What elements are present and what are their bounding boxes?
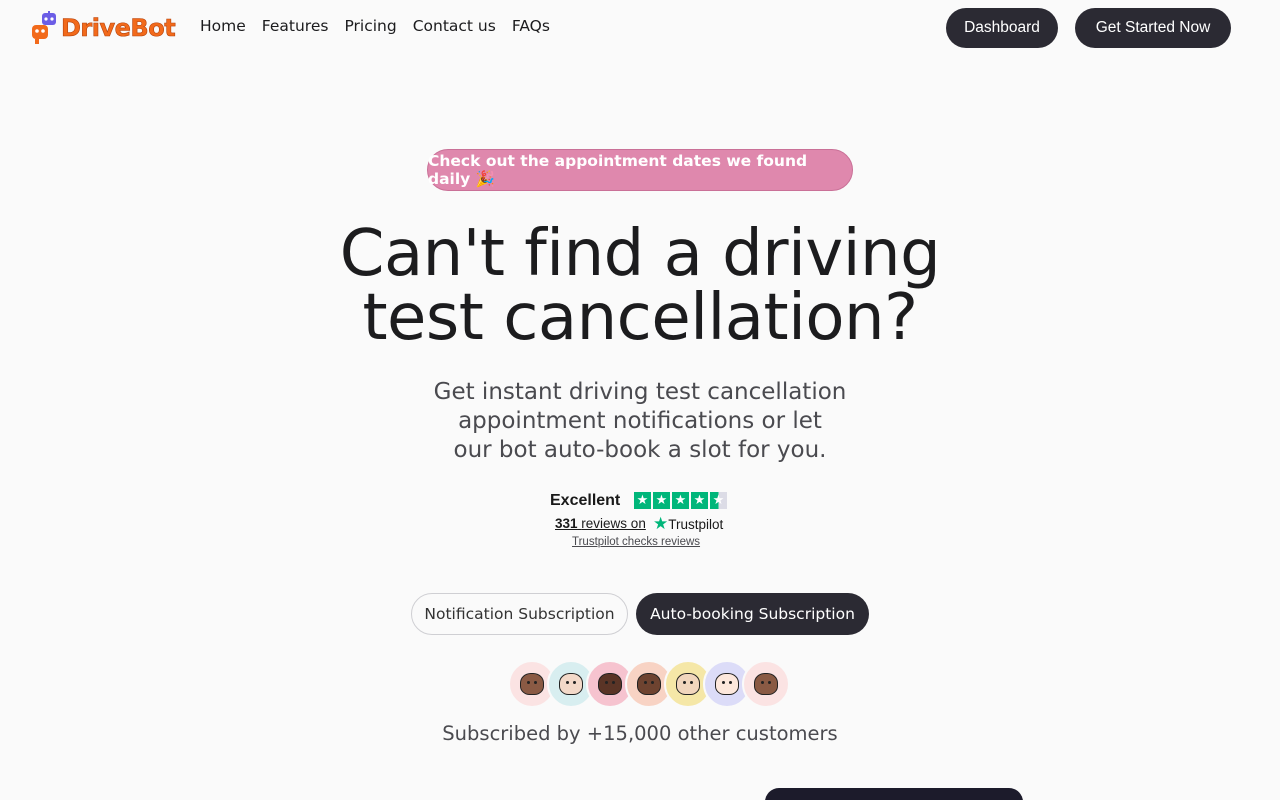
trustpilot-star-icon: ★ bbox=[653, 514, 669, 533]
avatar-face-icon bbox=[715, 673, 739, 695]
half-star-icon: ★ bbox=[710, 492, 727, 509]
avatar-face-icon bbox=[520, 673, 544, 695]
trustpilot-rating-word: Excellent bbox=[550, 492, 621, 509]
avatar-face-icon bbox=[637, 673, 661, 695]
notification-subscription-button[interactable]: Notification Subscription bbox=[411, 593, 628, 635]
star-icon: ★ bbox=[672, 492, 689, 509]
subtitle-line-3: our bot auto-book a slot for you. bbox=[453, 437, 827, 463]
headline-line-2: test cancellation? bbox=[362, 281, 918, 355]
trustpilot-logo: ★Trustpilot bbox=[653, 514, 723, 534]
avatar-face-icon bbox=[559, 673, 583, 695]
star-icon: ★ bbox=[653, 492, 670, 509]
headline-line-1: Can't find a driving bbox=[339, 217, 941, 291]
get-started-button[interactable]: Get Started Now bbox=[1075, 8, 1231, 48]
star-icon: ★ bbox=[634, 492, 651, 509]
subscribed-count-text: Subscribed by +15,000 other customers bbox=[442, 722, 838, 745]
nav-link-contact[interactable]: Contact us bbox=[413, 17, 496, 35]
customer-avatars bbox=[508, 660, 798, 708]
reviews-on-text: reviews on bbox=[581, 516, 646, 531]
nav-link-pricing[interactable]: Pricing bbox=[344, 17, 396, 35]
nav-link-home[interactable]: Home bbox=[200, 17, 246, 35]
nav-link-faqs[interactable]: FAQs bbox=[512, 17, 550, 35]
hero-subtitle: Get instant driving test cancellation ap… bbox=[380, 378, 900, 465]
hero-headline: Can't find a driving test cancellation? bbox=[240, 222, 1040, 350]
trustpilot-checks-link[interactable]: Trustpilot checks reviews bbox=[572, 536, 700, 548]
subtitle-line-1: Get instant driving test cancellation bbox=[433, 379, 847, 405]
dashboard-button[interactable]: Dashboard bbox=[946, 8, 1058, 48]
trustpilot-stars: ★ ★ ★ ★ ★ bbox=[634, 492, 727, 509]
star-icon: ★ bbox=[691, 492, 708, 509]
nav-links: Home Features Pricing Contact us FAQs bbox=[200, 17, 566, 35]
customer-avatar bbox=[742, 660, 790, 708]
trustpilot-brand: Trustpilot bbox=[668, 517, 724, 532]
trustpilot-reviews-link[interactable]: 331 reviews on bbox=[555, 516, 646, 531]
robot-logo-icon bbox=[30, 11, 58, 45]
brand-name: DriveBot bbox=[61, 14, 176, 43]
avatar-face-icon bbox=[598, 673, 622, 695]
appointment-dates-pill[interactable]: Check out the appointment dates we found… bbox=[427, 149, 853, 191]
avatar-face-icon bbox=[676, 673, 700, 695]
autobooking-subscription-button[interactable]: Auto-booking Subscription bbox=[636, 593, 869, 635]
review-count: 331 bbox=[555, 516, 578, 531]
bottom-card bbox=[765, 788, 1023, 800]
logo[interactable]: DriveBot bbox=[30, 10, 176, 46]
trustpilot-widget: Excellent ★ ★ ★ ★ ★ 331 reviews on ★Trus… bbox=[540, 490, 740, 554]
top-navigation: DriveBot Home Features Pricing Contact u… bbox=[0, 0, 1280, 56]
nav-link-features[interactable]: Features bbox=[262, 17, 329, 35]
subtitle-line-2: appointment notifications or let bbox=[458, 408, 822, 434]
avatar-face-icon bbox=[754, 673, 778, 695]
